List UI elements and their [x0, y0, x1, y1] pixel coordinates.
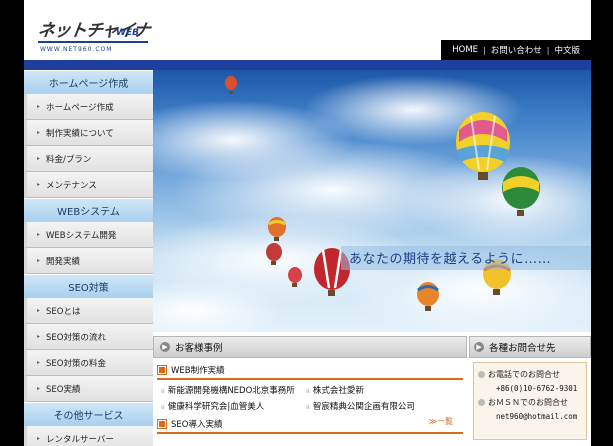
page: ネットチャイナ WEB WWW.NET960.COM HOME | お問い合わせ…: [24, 0, 591, 446]
nav-contact-link[interactable]: お問い合わせ: [486, 44, 547, 56]
sidebar-item-label: SEO実績: [46, 384, 81, 395]
hero-tagline: あなたの期待を越えるように……: [349, 252, 552, 267]
msn-icon: [478, 399, 485, 406]
arrow-right-icon: ▶: [474, 342, 484, 352]
bullet-icon: ▸: [37, 333, 41, 340]
phone-label-row: お電話でのお問合せ: [478, 369, 582, 380]
dots-icon: ⁞⁞: [161, 388, 165, 395]
bullet-icon: ▸: [37, 257, 41, 264]
bullet-icon: ▸: [37, 435, 41, 442]
section-title: お客様事例: [175, 343, 223, 354]
arrow-right-icon: ▶: [160, 342, 170, 352]
case-item-label: 智宸精典公関企画有限公司: [312, 402, 415, 412]
logo-underline: [38, 41, 148, 43]
square-bullet-icon: [157, 365, 167, 375]
case-item-label: 新能源開発機構NEDO北京事務所: [167, 386, 295, 396]
logo-web-mark: WEB: [116, 28, 139, 38]
sidebar-item-homepage-creation[interactable]: ▸ ホームページ作成: [24, 94, 153, 120]
section-title: 各種お問合せ先: [489, 343, 556, 354]
nav-chinese-link[interactable]: 中文版: [549, 44, 585, 56]
sidebar-item-pricing[interactable]: ▸ 料金/プラン: [24, 146, 153, 172]
top-nav: HOME | お問い合わせ | 中文版: [441, 40, 591, 60]
customer-cases-section: ▶ お客様事例 WEB制作実績 ⁞⁞ 新能源開発機構NEDO北京事務所 ⁞⁞ 株式会…: [153, 336, 467, 434]
nav-home-link[interactable]: HOME: [447, 45, 483, 55]
case-item[interactable]: ⁞⁞ 健康科学研究会|血管美人: [161, 400, 306, 412]
phone-icon: [478, 371, 485, 378]
contact-box: お電話でのお問合せ +86(0)10-6762-9301 おＭＳＮでのお問合せ …: [473, 362, 587, 440]
balloon-icon: [225, 76, 237, 94]
dots-icon: ⁞⁞: [306, 404, 310, 411]
sidebar-item-seo-record[interactable]: ▸ SEO実績: [24, 376, 153, 402]
phone-label: お電話でのお問合せ: [488, 370, 560, 379]
msn-label: おＭＳＮでのお問合せ: [488, 398, 568, 407]
subsection-title: SEO導入実績: [171, 420, 223, 430]
sidebar: ホームページ作成 ▸ ホームページ作成 ▸ 制作実績について ▸ 料金/プラン ▸ メン…: [24, 70, 153, 446]
sidebar-heading-web-system: WEBシステム: [24, 198, 153, 222]
web-case-list: ⁞⁞ 新能源開発機構NEDO北京事務所 ⁞⁞ 株式会社愛新 ⁞⁞ 健康科学研究会|血管…: [153, 380, 467, 412]
bullet-icon: ▸: [37, 129, 41, 136]
sidebar-item-seo-flow[interactable]: ▸ SEO対策の流れ: [24, 324, 153, 350]
msn-label-row: おＭＳＮでのお問合せ: [478, 397, 582, 408]
sidebar-heading-homepage: ホームページ作成: [24, 70, 153, 94]
sidebar-item-seo-pricing[interactable]: ▸ SEO対策の料金: [24, 350, 153, 376]
sidebar-item-production-record[interactable]: ▸ 制作実績について: [24, 120, 153, 146]
case-item[interactable]: ⁞⁞ 智宸精典公関企画有限公司: [306, 400, 456, 412]
bullet-icon: ▸: [37, 181, 41, 188]
sidebar-item-label: ホームページ作成: [46, 102, 114, 113]
case-item[interactable]: ⁞⁞ 新能源開発機構NEDO北京事務所: [161, 384, 306, 396]
contact-section: ▶ 各種お問合せ先 お電話でのお問合せ +86(0)10-6762-9301 お…: [469, 336, 591, 446]
web-production-heading: WEB制作実績: [157, 362, 463, 380]
sidebar-item-web-system-dev[interactable]: ▸ WEBシステム開発: [24, 222, 153, 248]
sidebar-item-maintenance[interactable]: ▸ メンテナンス: [24, 172, 153, 198]
sidebar-item-label: SEOとは: [46, 306, 81, 317]
main-content: ▶ お客様事例 WEB制作実績 ⁞⁞ 新能源開発機構NEDO北京事務所 ⁞⁞ 株式会…: [153, 332, 591, 446]
bullet-icon: ▸: [37, 155, 41, 162]
contact-heading: ▶ 各種お問合せ先: [469, 336, 591, 358]
bullet-icon: ▸: [37, 359, 41, 366]
seo-record-heading: SEO導入実績 ≫一覧: [157, 416, 463, 434]
logo-url: WWW.NET960.COM: [40, 46, 113, 53]
dots-icon: ⁞⁞: [161, 404, 165, 411]
bullet-icon: ▸: [37, 307, 41, 314]
sidebar-item-label: WEBシステム開発: [46, 230, 117, 241]
sidebar-item-label: メンテナンス: [46, 180, 97, 191]
sidebar-heading-seo: SEO対策: [24, 274, 153, 298]
hero-illustration: [153, 75, 591, 332]
sidebar-item-dev-record[interactable]: ▸ 開発実績: [24, 248, 153, 274]
case-item-label: 株式会社愛新: [312, 386, 364, 396]
phone-number[interactable]: +86(0)10-6762-9301: [478, 384, 582, 393]
sidebar-item-label: SEO対策の料金: [46, 358, 106, 369]
sidebar-item-rental-server[interactable]: ▸ レンタルサーバー: [24, 426, 153, 446]
square-bullet-icon: [157, 419, 167, 429]
see-all-link[interactable]: ≫一覧: [429, 416, 453, 427]
sidebar-item-label: レンタルサーバー: [46, 434, 114, 445]
header-blue-bar: [24, 60, 591, 70]
sidebar-item-label: 制作実績について: [46, 128, 114, 139]
bullet-icon: ▸: [37, 103, 41, 110]
sidebar-item-label: SEO対策の流れ: [46, 332, 106, 343]
sidebar-item-label: 開発実績: [46, 256, 81, 267]
bullet-icon: ▸: [37, 385, 41, 392]
header: ネットチャイナ WEB WWW.NET960.COM HOME | お問い合わせ…: [24, 10, 591, 60]
sidebar-item-label: 料金/プラン: [46, 154, 92, 165]
sidebar-heading-other: その他サービス: [24, 402, 153, 426]
dots-icon: ⁞⁞: [306, 388, 310, 395]
case-item-label: 健康科学研究会|血管美人: [167, 402, 265, 412]
customer-cases-heading: ▶ お客様事例: [153, 336, 467, 358]
case-item[interactable]: ⁞⁞ 株式会社愛新: [306, 384, 456, 396]
msn-address[interactable]: net960@hotmail.com: [478, 412, 582, 421]
logo[interactable]: ネットチャイナ WEB WWW.NET960.COM: [36, 16, 168, 60]
bullet-icon: ▸: [37, 231, 41, 238]
subsection-title: WEB制作実績: [171, 366, 225, 376]
hero-banner: あなたの期待を越えるように……: [153, 70, 591, 332]
sidebar-item-seo-about[interactable]: ▸ SEOとは: [24, 298, 153, 324]
